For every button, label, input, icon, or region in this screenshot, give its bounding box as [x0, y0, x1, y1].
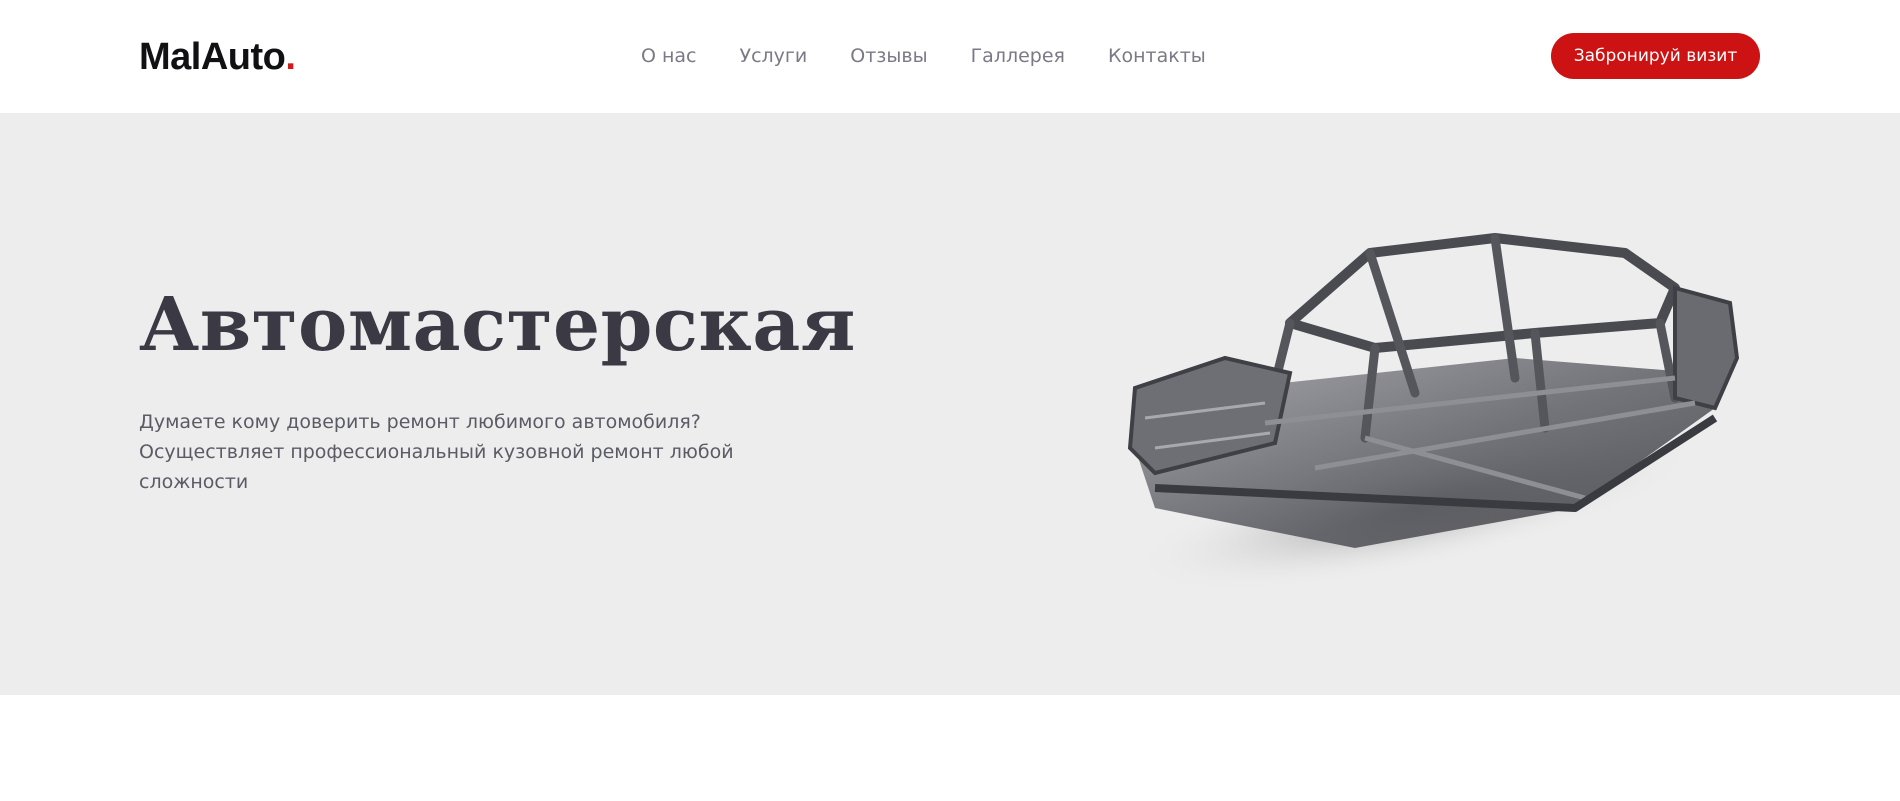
site-header: MalAuto. О нас Услуги Отзывы Галлерея Ко… [0, 0, 1900, 113]
nav-link-about[interactable]: О нас [641, 44, 697, 68]
hero-title: Автомастерская [139, 282, 856, 368]
nav-link-contacts[interactable]: Контакты [1108, 44, 1206, 68]
logo-dot: . [285, 36, 296, 78]
logo[interactable]: MalAuto. [139, 36, 296, 79]
logo-text: MalAuto [139, 36, 286, 78]
nav-link-services[interactable]: Услуги [740, 44, 808, 68]
hero-section: Автомастерская Думаете кому доверить рем… [0, 113, 1900, 695]
nav-link-gallery[interactable]: Галлерея [971, 44, 1065, 68]
book-visit-button[interactable]: Забронируй визит [1551, 33, 1760, 79]
nav-link-reviews[interactable]: Отзывы [850, 44, 927, 68]
main-nav: О нас Услуги Отзывы Галлерея Контакты [641, 44, 1206, 68]
car-body-frame-image [1127, 233, 1740, 588]
hero-description: Думаете кому доверить ремонт любимого ав… [139, 411, 734, 493]
